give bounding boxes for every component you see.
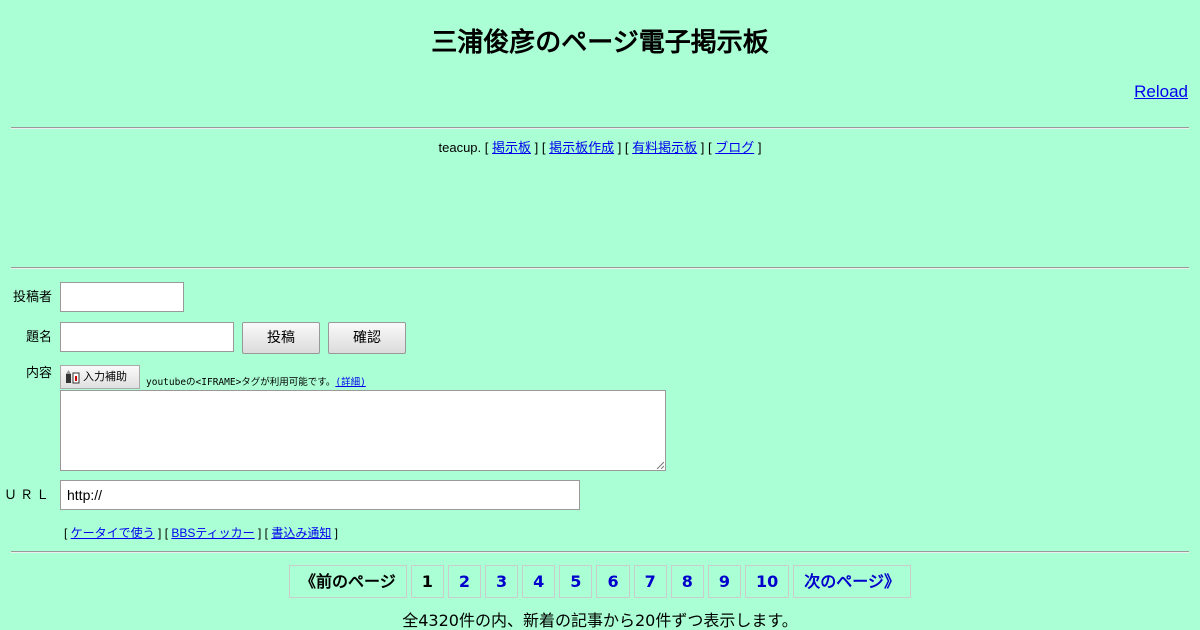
page-1: 1 xyxy=(410,565,444,598)
footer-links: [ ケータイで使う ] [ BBSティッカー ] [ 書込み通知 ] xyxy=(64,526,339,540)
page-title: 三浦俊彦のページ電子掲示板 xyxy=(431,28,769,58)
post-count-summary: 全4320件の内、新着の記事から20件ずつ表示します。 xyxy=(402,611,798,630)
page-7[interactable]: 7 xyxy=(633,565,667,598)
bbs-page: 三浦俊彦のページ電子掲示板 Reload teacup. [ 掲示板 ] [ 掲… xyxy=(0,0,1200,630)
post-button[interactable]: 投稿 xyxy=(242,322,320,354)
author-label: 投稿者 xyxy=(12,290,52,305)
input-assist-label: 入力補助 xyxy=(83,370,127,383)
subject-label: 題名 xyxy=(25,330,52,345)
page-10[interactable]: 10 xyxy=(745,565,790,598)
prev-page-button[interactable]: 《前のページ xyxy=(289,565,407,598)
url-value: http:// xyxy=(67,487,103,503)
reload-link[interactable]: Reload xyxy=(1134,82,1188,102)
page-4[interactable]: 4 xyxy=(522,565,556,598)
post-notify-link[interactable]: 書込み通知 xyxy=(271,526,331,540)
page-9[interactable]: 9 xyxy=(707,565,741,598)
divider xyxy=(11,267,1189,269)
page-8[interactable]: 8 xyxy=(670,565,704,598)
mobile-link[interactable]: ケータイで使う xyxy=(71,526,155,540)
teacup-link-blog[interactable]: ブログ xyxy=(715,140,754,155)
confirm-button[interactable]: 確認 xyxy=(328,322,406,354)
iframe-hint-text: youtubeの<IFRAME>タグが利用可能です。 xyxy=(146,377,336,388)
iframe-hint: youtubeの<IFRAME>タグが利用可能です。(詳細) xyxy=(146,376,366,390)
page-3[interactable]: 3 xyxy=(485,565,519,598)
teacup-link-paid-bbs[interactable]: 有料掲示板 xyxy=(632,140,697,155)
next-page-button[interactable]: 次のページ》 xyxy=(793,565,911,598)
content-label: 内容 xyxy=(25,366,52,381)
teacup-link-bbs[interactable]: 掲示板 xyxy=(492,140,531,155)
divider xyxy=(11,127,1189,129)
divider xyxy=(11,551,1189,553)
subject-input[interactable] xyxy=(60,322,234,352)
input-assist-button[interactable]: 入力補助 xyxy=(60,365,140,389)
url-label: ＵＲＬ xyxy=(3,488,52,503)
url-input[interactable]: http:// xyxy=(60,480,580,510)
resize-grip-icon[interactable] xyxy=(656,461,664,469)
page-5[interactable]: 5 xyxy=(559,565,593,598)
details-link[interactable]: (詳細) xyxy=(335,377,365,388)
content-textarea[interactable] xyxy=(60,390,666,471)
teacup-link-create-bbs[interactable]: 掲示板作成 xyxy=(549,140,614,155)
bbs-ticker-link[interactable]: BBSティッカー xyxy=(171,526,254,540)
page-6[interactable]: 6 xyxy=(596,565,630,598)
author-input[interactable] xyxy=(60,282,184,312)
page-2[interactable]: 2 xyxy=(447,565,482,598)
pagination: 《前のページ 1 2 3 4 5 6 7 8 9 10 次のページ》 xyxy=(0,565,1200,598)
teacup-nav: teacup. [ 掲示板 ] [ 掲示板作成 ] [ 有料掲示板 ] [ ブロ… xyxy=(438,140,762,155)
teacup-brand: teacup. xyxy=(438,140,482,155)
pencil-box-icon xyxy=(66,370,80,384)
